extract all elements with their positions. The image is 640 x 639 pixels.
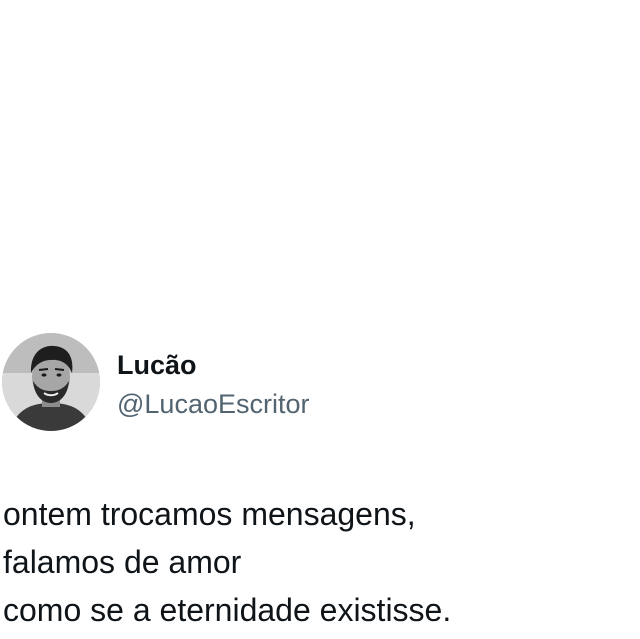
tweet-screenshot: Lucão @LucaoEscritor ontem trocamos mens… [0,0,640,639]
avatar[interactable] [2,333,100,431]
tweet-text-line: falamos de amor [3,544,242,580]
tweet-text-line: ontem trocamos mensagens, [3,496,416,532]
author-handle[interactable]: @LucaoEscritor [117,388,309,420]
tweet-text-line: como se a eternidade existisse. [3,592,452,628]
avatar-photo-icon [2,333,100,431]
author-display-name[interactable]: Lucão [117,349,197,381]
tweet-text: ontem trocamos mensagens, falamos de amo… [3,490,633,634]
tweet-header: Lucão @LucaoEscritor [0,333,640,433]
